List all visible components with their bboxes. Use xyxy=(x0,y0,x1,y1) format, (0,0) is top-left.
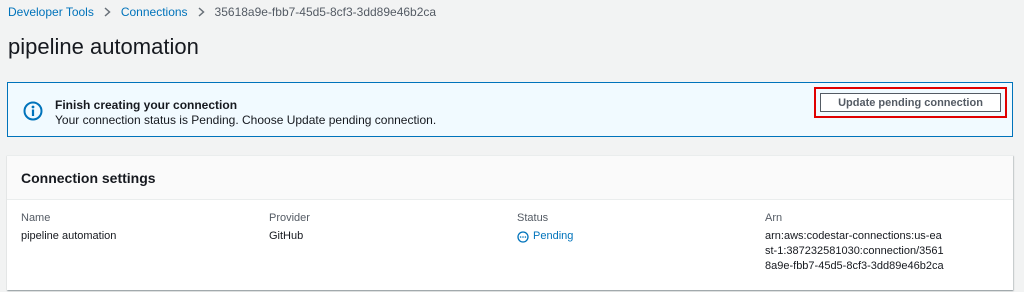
page-title: pipeline automation xyxy=(8,34,199,59)
name-value: pipeline automation xyxy=(21,230,117,242)
name-label: Name xyxy=(21,212,51,224)
alert-title: Finish creating your connection xyxy=(55,98,238,112)
chevron-right-icon xyxy=(104,7,111,17)
breadcrumb-developer-tools[interactable]: Developer Tools xyxy=(8,5,94,19)
status-value: Pending xyxy=(533,230,574,242)
breadcrumb: Developer Tools Connections 35618a9e-fbb… xyxy=(8,4,436,20)
breadcrumb-connections[interactable]: Connections xyxy=(121,5,188,19)
card-title: Connection settings xyxy=(21,170,156,186)
alert-message: Your connection status is Pending. Choos… xyxy=(55,113,437,127)
provider-field: Provider GitHub xyxy=(269,212,310,244)
name-field: Name pipeline automation xyxy=(21,212,116,244)
connection-settings-card: Connection settings Name pipeline automa… xyxy=(7,155,1013,290)
status-label: Status xyxy=(517,212,549,224)
info-alert: Finish creating your connection Your con… xyxy=(7,82,1013,137)
info-icon xyxy=(23,101,43,121)
status-field: Status Pending xyxy=(517,212,573,244)
breadcrumb-current: 35618a9e-fbb7-45d5-8cf3-3dd89e46b2ca xyxy=(214,5,437,19)
connection-details-page: Developer Tools Connections 35618a9e-fbb… xyxy=(0,0,1024,292)
arn-value: arn:aws:codestar-connections:us-east-1:3… xyxy=(765,230,944,272)
provider-value: GitHub xyxy=(269,230,304,242)
card-header: Connection settings xyxy=(7,156,1013,200)
arn-field: Arn arn:aws:codestar-connections:us-east… xyxy=(765,212,945,274)
provider-label: Provider xyxy=(269,212,310,224)
status-value-wrapper: Pending xyxy=(517,229,573,244)
chevron-right-icon xyxy=(198,7,205,17)
update-pending-connection-button[interactable]: Update pending connection xyxy=(820,93,1001,112)
pending-icon xyxy=(517,230,529,243)
highlight-annotation: Update pending connection xyxy=(814,87,1007,118)
arn-label: Arn xyxy=(765,212,783,224)
